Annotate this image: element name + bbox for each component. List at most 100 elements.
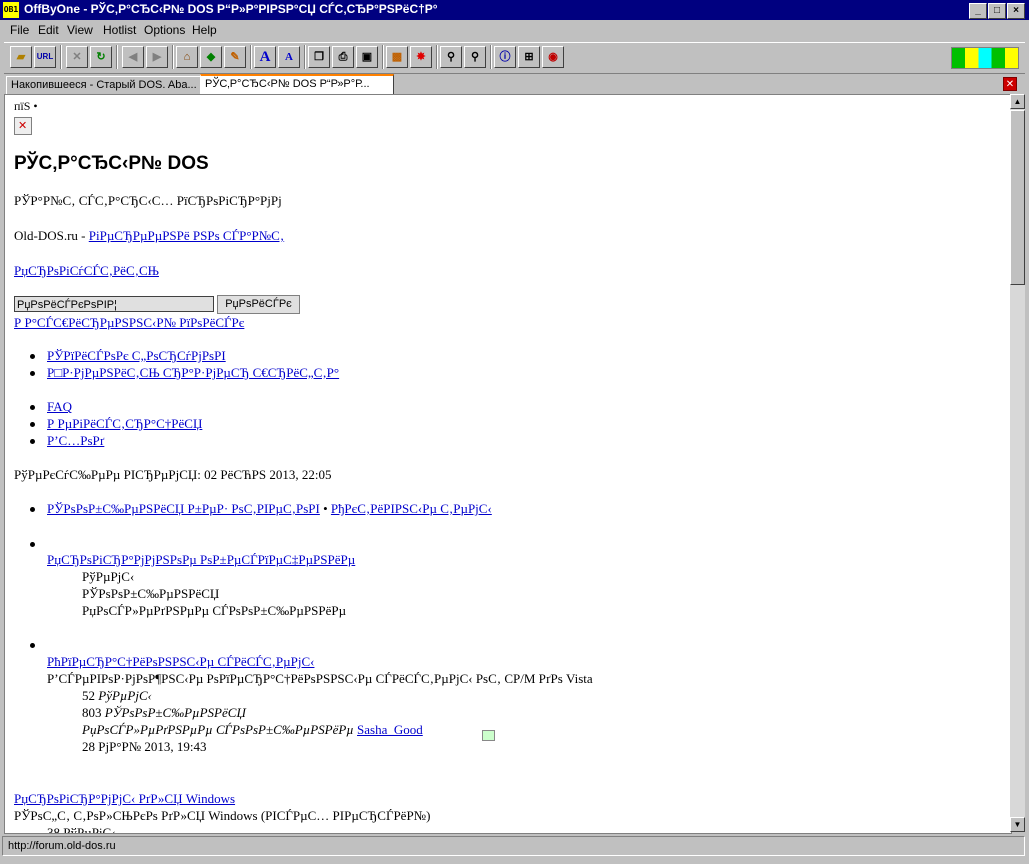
login-link[interactable]: Р’С…РѕРґ: [47, 433, 104, 449]
browser-window: OB1 OffByOne - РЎС‚Р°СЂС‹Р№ DOS Р“Р»Р°РІ…: [0, 0, 1029, 864]
faq-link[interactable]: FAQ: [47, 399, 72, 415]
menu-options[interactable]: Options: [144, 23, 185, 37]
images-icon[interactable]: ▩: [386, 46, 408, 68]
toolbar: ▰ URL ✕ ↻ ◀ ▶ ⌂ ◆ ✎ A A ❐ ⎙ ▣ ▩ ✸ ⚲ ⚲ ⓘ …: [4, 42, 1025, 74]
forum-os-topics: 52 РўРµРјС‹: [82, 688, 152, 704]
close-button[interactable]: ×: [1007, 3, 1025, 19]
menu-bar: File Edit View Hotlist Options Help: [0, 20, 1029, 40]
toolbar-separator: [436, 45, 438, 69]
last-post-user-link[interactable]: Sasha_Good: [357, 722, 423, 737]
font-increase-icon[interactable]: A: [254, 46, 276, 68]
posts-label: РЎРѕРѕР±С‰РµРЅРёСЏ: [104, 705, 246, 720]
bookmarks-icon[interactable]: ✎: [224, 46, 246, 68]
url-button[interactable]: URL: [34, 46, 56, 68]
save-icon[interactable]: ▣: [356, 46, 378, 68]
copy-icon[interactable]: ❐: [308, 46, 330, 68]
find-icon[interactable]: ⚲: [440, 46, 462, 68]
menu-help[interactable]: Help: [192, 23, 217, 37]
unanswered-link[interactable]: РЎРѕРѕР±С‰РµРЅРёСЏ Р±РµР· РѕС‚РІРµС‚РѕРІ: [47, 501, 320, 516]
list-bullet: [30, 371, 35, 376]
forum-os-posts: 803 РЎРѕРѕР±С‰РµРЅРёСЏ: [82, 705, 246, 721]
scroll-up-icon[interactable]: ▲: [1010, 94, 1025, 109]
maximize-button[interactable]: □: [988, 3, 1006, 19]
page-content: пїЅ • РЎС‚Р°СЂС‹Р№ DOS РЎР°Р№С‚ СЃС‚Р°СЂ…: [4, 94, 1012, 834]
menu-hotlist[interactable]: Hotlist: [103, 23, 136, 37]
vertical-scrollbar[interactable]: ▲ ▼: [1010, 94, 1025, 832]
scroll-down-icon[interactable]: ▼: [1010, 817, 1025, 832]
cookie-icon[interactable]: ◉: [542, 46, 564, 68]
toolbar-separator: [116, 45, 118, 69]
home-icon[interactable]: ⌂: [176, 46, 198, 68]
forum-windows-link[interactable]: РџСЂРѕРіСЂР°РјРјС‹ РґР»СЏ Windows: [14, 791, 235, 807]
sitemap-icon[interactable]: ⊞: [518, 46, 540, 68]
site-prefix: Old-DOS.ru -: [14, 228, 89, 243]
forum-posts-label: РЎРѕРѕР±С‰РµРЅРёСЏ: [82, 586, 220, 601]
toolbar-separator: [60, 45, 62, 69]
toolbar-separator: [382, 45, 384, 69]
site-tagline: РЎР°Р№С‚ СЃС‚Р°СЂС‹С… РїСЂРѕРіСЂР°РјРј: [14, 193, 282, 208]
stop-icon[interactable]: ✕: [66, 46, 88, 68]
toolbar-separator: [172, 45, 174, 69]
menu-view[interactable]: View: [67, 23, 93, 37]
bookmark-add-icon[interactable]: ◆: [200, 46, 222, 68]
posts-count: 803: [82, 705, 105, 720]
open-folder-icon[interactable]: ▰: [10, 46, 32, 68]
forum-software-link[interactable]: РџСЂРѕРіСЂР°РјРјРЅРѕРµ РѕР±РµСЃРїРµС‡РµР…: [47, 552, 355, 568]
font-decrease-icon[interactable]: A: [278, 46, 300, 68]
reload-icon[interactable]: ↻: [90, 46, 112, 68]
tab-1[interactable]: Накопившееся - Старый DOS. Aba...: [6, 76, 202, 95]
font-size-link[interactable]: Р□Р·РјРµРЅРёС‚СЊ СЂР°Р·РјРµСЂ С€СЂРёС„С‚…: [47, 365, 339, 381]
topics-label: РўРµРјС‹: [98, 688, 152, 703]
list-bullet: [30, 405, 35, 410]
separator: •: [319, 501, 331, 516]
last-post-date: 28 РјР°Р№ 2013, 19:43: [82, 739, 207, 754]
advanced-search-link[interactable]: Р Р°СЃС€РёСЂРµРЅРЅС‹Р№ РїРѕРёСЃРє: [14, 315, 244, 331]
toolbar-separator: [250, 45, 252, 69]
info-icon[interactable]: ⓘ: [494, 46, 516, 68]
print-icon[interactable]: ⎙: [332, 46, 354, 68]
forum-os-link[interactable]: РћРїРµСЂР°С†РёРѕРЅРЅС‹Рµ СЃРёСЃС‚РµРјС‹: [47, 654, 314, 670]
site-link[interactable]: РіРµСЂРµРµРЅРё РЅРѕ СЃР°Р№С‚: [89, 228, 284, 243]
activity-indicator: [951, 47, 1019, 69]
toolbar-separator: [304, 45, 306, 69]
menu-edit[interactable]: Edit: [38, 23, 59, 37]
site-line: Old-DOS.ru - РіРµСЂРµРµРЅРё РЅРѕ СЃР°Р№С…: [14, 228, 284, 244]
app-icon[interactable]: OB1: [3, 2, 19, 18]
window-title: OffByOne - РЎС‚Р°СЂС‹Р№ DOS Р“Р»Р°РІРЅР°…: [24, 2, 438, 16]
menu-file[interactable]: File: [10, 23, 29, 37]
tab-2[interactable]: РЎС‚Р°СЂС‹Р№ DOS Р“Р»Р°Р...: [200, 74, 394, 96]
search-input[interactable]: РџРѕРёСЃРєРѕРІР¦: [14, 296, 214, 312]
tab-strip: Накопившееся - Старый DOS. Aba... РЎС‚Р°…: [0, 74, 1029, 96]
forum-os-last-post: РџРѕСЃР»РµРґРЅРµРµ СЃРѕРѕР±С‰РµРЅРёРµ Sa…: [82, 722, 423, 738]
garbled-text: пїЅ •: [14, 99, 38, 113]
broken-image-icon: [14, 117, 32, 135]
access-link[interactable]: РџСЂРѕРіСѓСЃС‚РёС‚СЊ: [14, 263, 159, 279]
burst-icon[interactable]: ✸: [410, 46, 432, 68]
topics-count: 52: [82, 688, 99, 703]
list-bullet: [30, 354, 35, 359]
list-bullet: [30, 507, 35, 512]
title-bar[interactable]: OB1 OffByOne - РЎС‚Р°СЂС‹Р№ DOS Р“Р»Р°РІ…: [0, 0, 1029, 20]
view-latest-post-icon[interactable]: [482, 730, 495, 741]
forum-os-description: Р’СЃРµРІРѕР·РјРѕР¶РЅС‹Рµ РѕРїРµСЂР°С†РёР…: [47, 671, 593, 686]
forum-last-post-label: РџРѕСЃР»РµРґРЅРµРµ СЃРѕРѕР±С‰РµРЅРёРµ: [82, 603, 347, 618]
status-bar: http://forum.old-dos.ru: [2, 836, 1025, 856]
find-next-icon[interactable]: ⚲: [464, 46, 486, 68]
active-topics-link[interactable]: РђРєС‚РёРІРЅС‹Рµ С‚РµРјС‹: [331, 501, 492, 516]
last-post-label: РџРѕСЃР»РµРґРЅРµРµ СЃРѕРѕР±С‰РµРЅРёРµ: [82, 722, 358, 737]
register-link[interactable]: Р РµРіРёСЃС‚СЂР°С†РёСЏ: [47, 416, 202, 432]
minimize-button[interactable]: _: [969, 3, 987, 19]
forward-icon[interactable]: ▶: [146, 46, 168, 68]
list-bullet: [30, 439, 35, 444]
toolbar-separator: [490, 45, 492, 69]
current-time: РўРµРєСѓС‰РµРµ РІСЂРµРјСЏ: 02 РёСЋРЅ 201…: [14, 467, 332, 482]
scroll-thumb[interactable]: [1010, 110, 1025, 285]
list-bullet: [30, 643, 35, 648]
forum-topics-label: РўРµРјС‹: [82, 569, 135, 584]
quick-links: РЎРѕРѕР±С‰РµРЅРёСЏ Р±РµР· РѕС‚РІРµС‚РѕРІ…: [47, 501, 492, 517]
back-icon[interactable]: ◀: [122, 46, 144, 68]
search-button[interactable]: РџРѕРёСЃРє: [217, 295, 300, 314]
forums-list-link[interactable]: РЎРїРёСЃРѕРє С„РѕСЂСѓРјРѕРІ: [47, 348, 226, 364]
close-tab-icon[interactable]: ✕: [1003, 77, 1017, 91]
list-bullet: [30, 422, 35, 427]
